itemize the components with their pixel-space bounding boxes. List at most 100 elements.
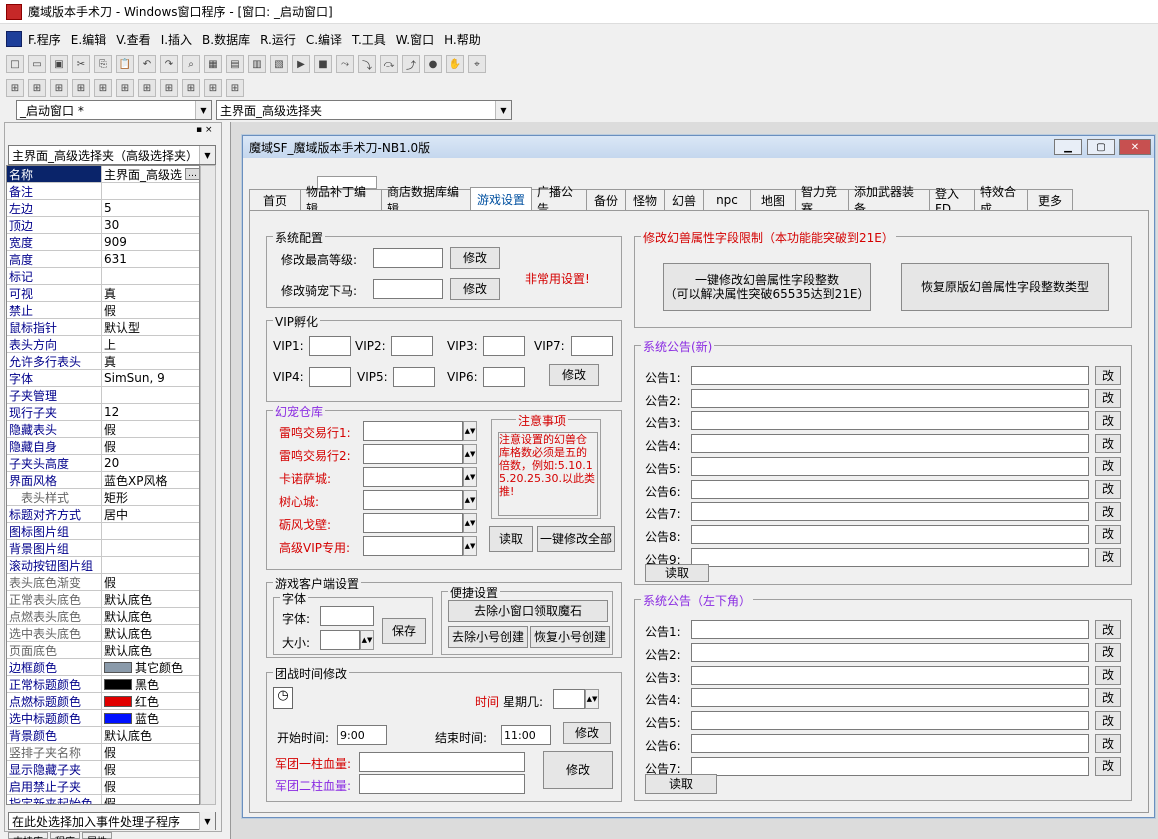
property-value[interactable]: 5 [102, 200, 199, 216]
tab-0[interactable]: 首页 [249, 189, 301, 210]
notice-input[interactable] [691, 456, 1089, 476]
step-icon[interactable]: ⤳ [336, 55, 354, 73]
notice-input[interactable] [691, 411, 1089, 431]
pet-slot-input[interactable] [363, 467, 463, 487]
align-right-icon[interactable]: ⊞ [50, 79, 68, 97]
event-combo[interactable]: 在此处选择加入事件处理子程序 ▼ [8, 812, 216, 830]
notice-modify-button[interactable]: 改 [1095, 502, 1121, 522]
property-value[interactable]: 真 [102, 353, 199, 369]
align-left-icon[interactable]: ⊞ [6, 79, 24, 97]
property-row[interactable]: 子夹头高度 20 [7, 455, 199, 472]
notice-input[interactable] [691, 642, 1089, 662]
pet-slot-spinner[interactable]: ▲▼ [463, 421, 477, 441]
property-value[interactable] [102, 387, 199, 403]
v-space-icon[interactable]: ⊞ [226, 79, 244, 97]
hp-modify-button[interactable]: 修改 [543, 751, 613, 789]
save-button[interactable]: 保存 [382, 618, 426, 644]
vip7-input[interactable] [571, 336, 613, 356]
vip6-input[interactable] [483, 367, 525, 387]
same-width-icon[interactable]: ⊞ [138, 79, 156, 97]
tab-5[interactable]: 备份 [586, 189, 626, 210]
minimize-button[interactable]: ▁ [1054, 139, 1082, 155]
property-row[interactable]: 备注 [7, 183, 199, 200]
property-value[interactable]: 红色 [102, 693, 199, 709]
property-value[interactable]: 30 [102, 217, 199, 233]
bottom-tab[interactable]: 支持库 [8, 832, 48, 839]
property-row[interactable]: 顶边 30 [7, 217, 199, 234]
property-value[interactable]: 假 [102, 761, 199, 777]
property-row[interactable]: 允许多行表头真 [7, 353, 199, 370]
property-row[interactable]: 可视真 [7, 285, 199, 302]
stop-icon[interactable]: ■ [314, 55, 332, 73]
notice-input[interactable] [691, 688, 1089, 708]
pet-slot-spinner[interactable]: ▲▼ [463, 444, 477, 464]
tab-14[interactable]: 更多 [1027, 189, 1073, 210]
property-row[interactable]: 边框颜色 其它颜色 [7, 659, 199, 676]
property-value[interactable]: 黑色 [102, 676, 199, 692]
copy-icon[interactable]: ⎘ [94, 55, 112, 73]
notice-input[interactable] [691, 502, 1089, 522]
property-row[interactable]: 竖排子夹名称假 [7, 744, 199, 761]
tab-6[interactable]: 怪物 [625, 189, 665, 210]
vip1-input[interactable] [309, 336, 351, 356]
align-center-icon[interactable]: ⊞ [28, 79, 46, 97]
property-row[interactable]: 表头样式 矩形 [7, 489, 199, 506]
binoculars-icon[interactable]: ⌖ [468, 55, 486, 73]
paste-icon[interactable]: 📋 [116, 55, 134, 73]
property-value[interactable]: 默认型 [102, 319, 199, 335]
property-row[interactable]: 标题对齐方式 居中 [7, 506, 199, 523]
end-input[interactable]: 11:00 [501, 725, 551, 745]
vip-modify-button[interactable]: 修改 [549, 364, 599, 386]
property-value[interactable] [102, 523, 199, 539]
property-row[interactable]: 禁止假 [7, 302, 199, 319]
property-row[interactable]: 点燃标题颜色 红色 [7, 693, 199, 710]
tab-13[interactable]: 特效合成 [974, 185, 1028, 216]
property-row[interactable]: 界面风格 蓝色XP风格 [7, 472, 199, 489]
mount-input[interactable] [373, 279, 443, 299]
hp1-input[interactable] [359, 752, 525, 772]
tab-7[interactable]: 幻兽 [664, 189, 704, 210]
property-value[interactable]: 默认底色 [102, 642, 199, 658]
notice-modify-button[interactable]: 改 [1095, 547, 1121, 567]
object-combo[interactable]: 主界面_高级选择夹（高级选择夹） ▼ [8, 145, 216, 165]
property-row[interactable]: 隐藏表头假 [7, 421, 199, 438]
notice-modify-button[interactable]: 改 [1095, 366, 1121, 385]
align-middle-icon[interactable]: ⊞ [94, 79, 112, 97]
menu-item[interactable]: H.帮助 [444, 31, 481, 48]
property-value[interactable]: 12 [102, 404, 199, 420]
max-level-input[interactable] [373, 248, 443, 268]
notice-input[interactable] [691, 620, 1089, 639]
property-row[interactable]: 页面底色 默认底色 [7, 642, 199, 659]
vip5-input[interactable] [393, 367, 435, 387]
menu-item[interactable]: F.程序 [28, 31, 61, 48]
property-row[interactable]: 滚动按钮图片组 [7, 557, 199, 574]
notice-input[interactable] [691, 524, 1089, 544]
property-row[interactable]: 启用禁止子夹假 [7, 778, 199, 795]
tab-10[interactable]: 智力竞赛 [795, 185, 849, 216]
property-row[interactable]: 子夹管理 [7, 387, 199, 404]
same-height-icon[interactable]: ⊞ [160, 79, 178, 97]
property-row[interactable]: 标记 [7, 268, 199, 285]
restore-alt-button[interactable]: 恢复小号创建 [530, 626, 610, 648]
ellipsis-button[interactable]: … [185, 168, 199, 180]
notice-input[interactable] [691, 479, 1089, 499]
layout4-icon[interactable]: ▧ [270, 55, 288, 73]
notice-modify-button[interactable]: 改 [1095, 456, 1121, 476]
property-row[interactable]: 宽度 909 [7, 234, 199, 251]
chevron-down-icon[interactable]: ▼ [495, 101, 511, 119]
size-spinner[interactable]: ▲▼ [360, 630, 374, 650]
property-row[interactable]: 点燃表头底色 默认底色 [7, 608, 199, 625]
property-value[interactable]: SimSun, 9 [102, 370, 199, 386]
property-row[interactable]: 字体 SimSun, 9 [7, 370, 199, 387]
mount-button[interactable]: 修改 [450, 278, 500, 300]
pet-slot-spinner[interactable]: ▲▼ [463, 513, 477, 533]
remove-alt-button[interactable]: 去除小号创建 [448, 626, 528, 648]
property-value[interactable]: 主界面_高级选… [102, 166, 199, 182]
menu-item[interactable]: R.运行 [260, 31, 296, 48]
property-value[interactable]: 909 [102, 234, 199, 250]
tab-3[interactable]: 游戏设置 [470, 187, 532, 210]
property-value[interactable]: 假 [102, 744, 199, 760]
property-row[interactable]: 表头底色渐变假 [7, 574, 199, 591]
step-into-icon[interactable]: ⤵ [358, 55, 376, 73]
remove-window-button[interactable]: 去除小窗口领取魔石 [448, 600, 608, 622]
